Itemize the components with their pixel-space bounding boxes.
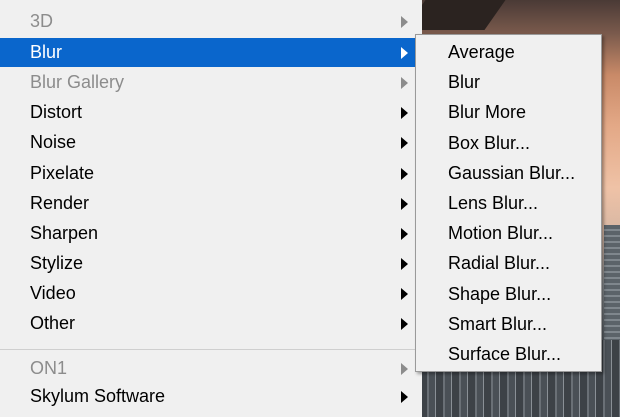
submenu-arrow-icon — [401, 16, 408, 28]
menu-item-pixelate[interactable]: Pixelate — [0, 159, 422, 188]
menu-item-blur[interactable]: Blur — [0, 38, 422, 67]
menu-item-label: Sharpen — [30, 223, 99, 243]
submenu-item-motion-blur[interactable]: Motion Blur... — [416, 218, 601, 248]
screen: 3D Blur Blur Gallery Distort Noise Pixel… — [0, 0, 620, 417]
menu-item-video[interactable]: Video — [0, 279, 422, 308]
menu-item-other[interactable]: Other — [0, 309, 422, 338]
menu-item-label: Render — [30, 193, 90, 213]
menu-item-stylize[interactable]: Stylize — [0, 249, 422, 278]
submenu-item-blur-more[interactable]: Blur More — [416, 97, 601, 127]
menu-item-render[interactable]: Render — [0, 189, 422, 218]
submenu-item-label: Lens Blur... — [448, 193, 539, 213]
menu-item-label: Distort — [30, 102, 83, 122]
submenu-item-label: Radial Blur... — [448, 253, 551, 274]
menu-item-sharpen[interactable]: Sharpen — [0, 219, 422, 248]
menu-item-skylum-software[interactable]: Skylum Software — [0, 382, 422, 411]
blur-submenu: Average Blur Blur More Box Blur... Gauss… — [415, 34, 602, 372]
submenu-arrow-icon — [401, 198, 408, 210]
menu-item-label: Stylize — [30, 253, 84, 273]
submenu-item-average[interactable]: Average — [416, 37, 601, 67]
menu-item-label: 3D — [30, 11, 54, 31]
menu-separator — [0, 349, 422, 350]
submenu-arrow-icon — [401, 258, 408, 270]
submenu-item-lens-blur[interactable]: Lens Blur... — [416, 188, 601, 218]
submenu-item-shape-blur[interactable]: Shape Blur... — [416, 279, 601, 309]
submenu-item-label: Blur More — [448, 102, 527, 123]
submenu-arrow-icon — [401, 288, 408, 300]
menu-item-label: Blur — [30, 42, 63, 62]
menu-item-label: Noise — [30, 132, 77, 152]
submenu-item-surface-blur[interactable]: Surface Blur... — [416, 339, 601, 369]
submenu-arrow-icon — [401, 107, 408, 119]
menu-item-distort[interactable]: Distort — [0, 98, 422, 127]
submenu-arrow-icon — [401, 391, 408, 403]
submenu-arrow-icon — [401, 47, 408, 59]
submenu-arrow-icon — [401, 137, 408, 149]
submenu-item-label: Shape Blur... — [448, 283, 552, 304]
menu-item-label: Other — [30, 313, 76, 333]
submenu-item-label: Box Blur... — [448, 132, 531, 153]
filter-menu: 3D Blur Blur Gallery Distort Noise Pixel… — [0, 0, 422, 417]
submenu-item-label: Average — [448, 42, 515, 62]
menu-item-label: Skylum Software — [30, 386, 166, 406]
submenu-item-label: Motion Blur... — [448, 223, 554, 244]
submenu-item-box-blur[interactable]: Box Blur... — [416, 128, 601, 158]
menu-item-blur-gallery[interactable]: Blur Gallery — [0, 68, 422, 97]
submenu-arrow-icon — [401, 168, 408, 180]
menu-item-3d[interactable]: 3D — [0, 7, 422, 36]
menu-item-label: Blur Gallery — [30, 72, 125, 92]
submenu-arrow-icon — [401, 77, 408, 89]
menu-item-label: ON1 — [30, 358, 68, 378]
submenu-arrow-icon — [401, 228, 408, 240]
submenu-item-smart-blur[interactable]: Smart Blur... — [416, 309, 601, 339]
submenu-item-gaussian-blur[interactable]: Gaussian Blur... — [416, 158, 601, 188]
background-photo-tower — [604, 225, 620, 340]
submenu-item-label: Smart Blur... — [448, 313, 548, 334]
submenu-item-blur[interactable]: Blur — [416, 67, 601, 97]
submenu-arrow-icon — [401, 318, 408, 330]
menu-item-noise[interactable]: Noise — [0, 128, 422, 157]
submenu-item-label: Blur — [448, 72, 481, 93]
submenu-arrow-icon — [401, 363, 408, 375]
submenu-item-label: Surface Blur... — [448, 344, 562, 364]
submenu-item-label: Gaussian Blur... — [448, 162, 576, 183]
menu-item-label: Video — [30, 283, 76, 303]
menu-item-label: Pixelate — [30, 163, 95, 183]
submenu-item-radial-blur[interactable]: Radial Blur... — [416, 248, 601, 278]
menu-item-on1[interactable]: ON1 — [0, 354, 422, 383]
